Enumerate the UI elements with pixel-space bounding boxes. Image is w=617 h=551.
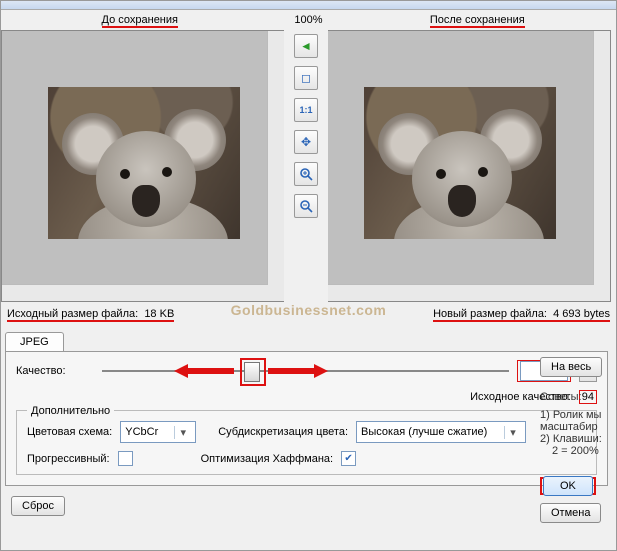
after-save-label: После сохранения [339, 14, 617, 26]
advanced-group: Дополнительно Цветовая схема: YCbCr▾ Суб… [16, 410, 597, 475]
annotation-arrow-left [174, 363, 234, 379]
chevron-down-icon: ▾ [504, 426, 521, 439]
quality-label: Качество: [16, 365, 94, 377]
annotation-arrow-right [268, 363, 328, 379]
one-to-one-icon[interactable]: 1:1 [294, 98, 318, 122]
zoom-out-icon[interactable] [294, 194, 318, 218]
huffman-checkbox[interactable]: ✔ [341, 451, 356, 466]
tip-2b: 2 = 200% [540, 445, 612, 457]
subsampling-select[interactable]: Высокая (лучше сжатие)▾ [356, 421, 526, 443]
advanced-legend: Дополнительно [27, 405, 114, 417]
tip-2: 2) Клавиши: [540, 433, 612, 445]
fit-window-icon[interactable]: ◻ [294, 66, 318, 90]
tips-panel: Советы: 1) Ролик мы масштабир 2) Клавиши… [540, 391, 612, 457]
scrollbar-vertical[interactable] [593, 31, 610, 285]
reset-button[interactable]: Сброс [11, 496, 65, 516]
huffman-label: Оптимизация Хаффмана: [201, 453, 334, 465]
preview-image-before [48, 87, 240, 239]
preview-after[interactable] [328, 30, 611, 302]
scrollbar-horizontal[interactable] [2, 284, 268, 301]
ok-button[interactable]: OK [543, 476, 593, 496]
preview-before[interactable] [1, 30, 284, 302]
watermark: Goldbusinessnet.com [231, 302, 387, 318]
zoom-in-icon[interactable] [294, 162, 318, 186]
scrollbar-horizontal[interactable] [328, 284, 594, 301]
tips-header: Советы: [540, 391, 612, 403]
annotation-thumb-box [240, 358, 266, 386]
new-size-label: Новый размер файла: 4 693 bytes [433, 308, 610, 322]
chevron-down-icon: ▾ [174, 426, 191, 439]
window-titlebar [1, 1, 616, 10]
arrow-left-icon[interactable]: ◄ [294, 34, 318, 58]
preview-toolbar: ◄ ◻ 1:1 ✥ [284, 30, 328, 302]
quality-slider[interactable] [102, 361, 509, 381]
zoom-percent: 100% [279, 14, 339, 26]
jpeg-panel: Качество: ▲▼ Исходное качество: 94 [5, 351, 608, 486]
subsampling-label: Субдискретизация цвета: [218, 426, 348, 438]
progressive-checkbox[interactable] [118, 451, 133, 466]
tip-1: 1) Ролик мы [540, 409, 612, 421]
center-icon[interactable]: ✥ [294, 130, 318, 154]
tip-1b: масштабир [540, 421, 612, 433]
preview-image-after [364, 87, 556, 239]
colorspace-label: Цветовая схема: [27, 426, 112, 438]
cancel-button[interactable]: Отмена [540, 503, 601, 523]
tab-jpeg[interactable]: JPEG [5, 332, 64, 351]
progressive-label: Прогрессивный: [27, 453, 110, 465]
original-size-label: Исходный размер файла: 18 KB [7, 308, 174, 322]
before-save-label: До сохранения [1, 14, 279, 26]
scrollbar-vertical[interactable] [267, 31, 284, 285]
fullscreen-button[interactable]: На весь [540, 357, 602, 377]
colorspace-select[interactable]: YCbCr▾ [120, 421, 196, 443]
